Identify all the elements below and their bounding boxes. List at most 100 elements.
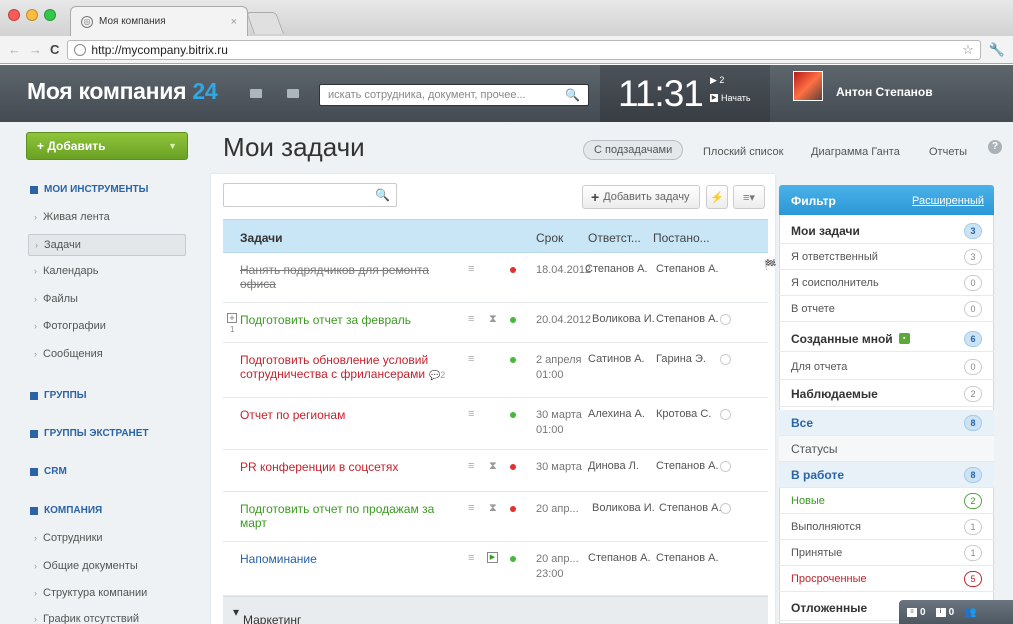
user-name[interactable]: Антон Степанов (836, 85, 933, 99)
menu-icon[interactable]: ≡ (468, 263, 474, 275)
menu-icon[interactable]: ≡ (468, 502, 474, 514)
table-row[interactable]: PR конференции в соцсетях ≡ ⧗ 30 марта Д… (223, 450, 768, 492)
im-messages-button[interactable]: ≡ 0 (907, 607, 926, 618)
sidebar-item-employees[interactable]: › Сотрудники (34, 532, 103, 544)
menu-icon[interactable]: ≡ (468, 552, 474, 564)
task-creator[interactable]: Гарина Э. (656, 353, 706, 365)
filter-in-progress[interactable]: В работе 8 (779, 462, 994, 488)
new-tab-button[interactable] (245, 12, 285, 34)
task-responsible[interactable]: Динова Л. (588, 460, 639, 472)
filter-new[interactable]: Новые 2 (779, 488, 994, 514)
sidebar-item-documents[interactable]: › Общие документы (34, 560, 138, 572)
task-creator[interactable]: Кротова С. (656, 408, 711, 420)
search-input[interactable]: искать сотрудника, документ, прочее... 🔍 (319, 84, 589, 106)
filter-responsible[interactable]: Я ответственный 3 (779, 244, 994, 270)
task-creator[interactable]: Степанов А. (659, 502, 722, 514)
filter-executing[interactable]: Выполняются 1 (779, 514, 994, 540)
task-title[interactable]: Подготовить обновление условий сотруднич… (240, 353, 450, 382)
column-creator[interactable]: Постано... (653, 231, 710, 245)
close-window-button[interactable] (8, 9, 20, 21)
filter-my-tasks[interactable]: Мои задачи 3 (779, 218, 994, 244)
add-task-button[interactable]: + Добавить задачу (582, 185, 700, 209)
forward-arrow-icon[interactable]: → (29, 42, 42, 57)
sidebar-section-extranet[interactable]: ГРУППЫ ЭКСТРАНЕТ (30, 428, 149, 439)
expand-icon[interactable]: + (227, 313, 237, 323)
filter-overdue[interactable]: Просроченные 5 (779, 566, 994, 592)
browser-tab[interactable]: ◎ Моя компания × (70, 6, 248, 36)
wrench-icon[interactable]: 🔧 (989, 42, 1005, 58)
table-row[interactable]: Подготовить обновление условий сотруднич… (223, 343, 768, 398)
play-icon[interactable]: ▶ (487, 552, 498, 563)
tab-flat-list[interactable]: Плоский список (703, 146, 783, 158)
task-group-header[interactable]: ▾ Маркетинг и реклама (223, 596, 768, 624)
sidebar-section-crm[interactable]: CRM (30, 466, 67, 477)
sidebar-item-absence[interactable]: › График отсутствий (34, 613, 139, 624)
avatar[interactable] (793, 71, 823, 101)
sidebar-item-calendar[interactable]: › Календарь (34, 265, 99, 277)
task-creator[interactable]: Степанов А. (656, 263, 719, 275)
contacts-icon[interactable]: 👥 (964, 607, 976, 618)
complete-checkbox[interactable] (720, 314, 731, 325)
task-responsible[interactable]: Воликова И. (592, 313, 655, 325)
menu-icon[interactable]: ≡ (468, 408, 474, 420)
tab-with-subtasks[interactable]: С подзадачами (583, 140, 684, 160)
task-title[interactable]: Подготовить отчет за февраль (240, 313, 450, 327)
notifications-icon[interactable] (287, 89, 299, 98)
im-notifications-button[interactable]: i0 (935, 607, 954, 618)
back-arrow-icon[interactable]: ← (8, 42, 21, 57)
quick-task-button[interactable]: ⚡ (706, 185, 728, 209)
column-task[interactable]: Задачи (240, 231, 283, 245)
filter-watched[interactable]: Наблюдаемые 2 (779, 381, 994, 407)
minimize-window-button[interactable] (26, 9, 38, 21)
sidebar-item-messages[interactable]: › Сообщения (34, 348, 103, 360)
column-deadline[interactable]: Срок (536, 231, 563, 245)
add-button[interactable]: + Добавить ▼ (26, 132, 188, 160)
sidebar-item-structure[interactable]: › Структура компании (34, 587, 147, 599)
reload-icon[interactable]: C (50, 42, 59, 57)
help-icon[interactable]: ? (988, 140, 1002, 154)
task-title[interactable]: Отчет по регионам (240, 408, 450, 422)
task-creator[interactable]: Степанов А. (656, 460, 719, 472)
search-icon[interactable]: 🔍 (375, 188, 390, 202)
sidebar-section-company[interactable]: КОМПАНИЯ (30, 505, 102, 516)
search-icon[interactable]: 🔍 (565, 88, 580, 102)
table-row[interactable]: + 1 Подготовить отчет за февраль ≡ ⧗ 20.… (223, 303, 768, 343)
filter-in-report[interactable]: В отчете 0 (779, 296, 994, 322)
start-workday-button[interactable]: ▶ Начать (710, 93, 751, 103)
view-options-button[interactable]: ≡▾ (733, 185, 765, 209)
menu-icon[interactable]: ≡ (468, 313, 474, 325)
task-creator[interactable]: Степанов А. (656, 552, 719, 564)
task-title[interactable]: Напоминание (240, 552, 450, 566)
task-title[interactable]: Нанять подрядчиков для ремонта офиса (240, 263, 450, 291)
table-row[interactable]: Подготовить отчет по продажам за март ≡ … (223, 492, 768, 542)
complete-checkbox[interactable] (720, 354, 731, 365)
filter-created-by-me[interactable]: Созданные мной ▪ 6 (779, 326, 994, 352)
complete-checkbox[interactable] (720, 503, 731, 514)
star-icon[interactable]: ☆ (962, 42, 974, 58)
filter-for-report[interactable]: Для отчета 0 (779, 354, 994, 380)
task-responsible[interactable]: Алехина А. (588, 408, 645, 420)
table-row[interactable]: Отчет по регионам ≡ 30 марта 01:00 Алехи… (223, 398, 768, 450)
tab-close-icon[interactable]: × (231, 16, 237, 28)
task-title[interactable]: PR конференции в соцсетях (240, 460, 450, 474)
task-responsible[interactable]: Степанов А. (585, 263, 648, 275)
sidebar-item-photos[interactable]: › Фотографии (34, 320, 106, 332)
filter-accomplice[interactable]: Я соисполнитель 0 (779, 270, 994, 296)
menu-icon[interactable]: ≡ (468, 460, 474, 472)
extended-filter-link[interactable]: Расширенный (912, 195, 984, 207)
sidebar-section-groups[interactable]: ГРУППЫ (30, 390, 87, 401)
menu-icon[interactable]: ≡ (468, 353, 474, 365)
complete-checkbox[interactable] (720, 409, 731, 420)
portal-logo[interactable]: Моя компания 24 (27, 78, 218, 105)
filter-all[interactable]: Все 8 (779, 410, 994, 436)
complete-checkbox[interactable] (720, 461, 731, 472)
tab-reports[interactable]: Отчеты (929, 146, 967, 158)
sidebar-item-tasks[interactable]: › Задачи (28, 234, 186, 256)
task-search-input[interactable]: 🔍 (223, 183, 397, 207)
task-title[interactable]: Подготовить отчет по продажам за март (240, 502, 450, 530)
table-row[interactable]: Напоминание ≡ ▶ 20 апр... 23:00 Степанов… (223, 542, 768, 596)
messages-icon[interactable] (250, 89, 262, 98)
task-responsible[interactable]: Степанов А. (588, 552, 651, 564)
column-responsible[interactable]: Ответст... (588, 231, 641, 245)
sidebar-item-files[interactable]: › Файлы (34, 293, 78, 305)
